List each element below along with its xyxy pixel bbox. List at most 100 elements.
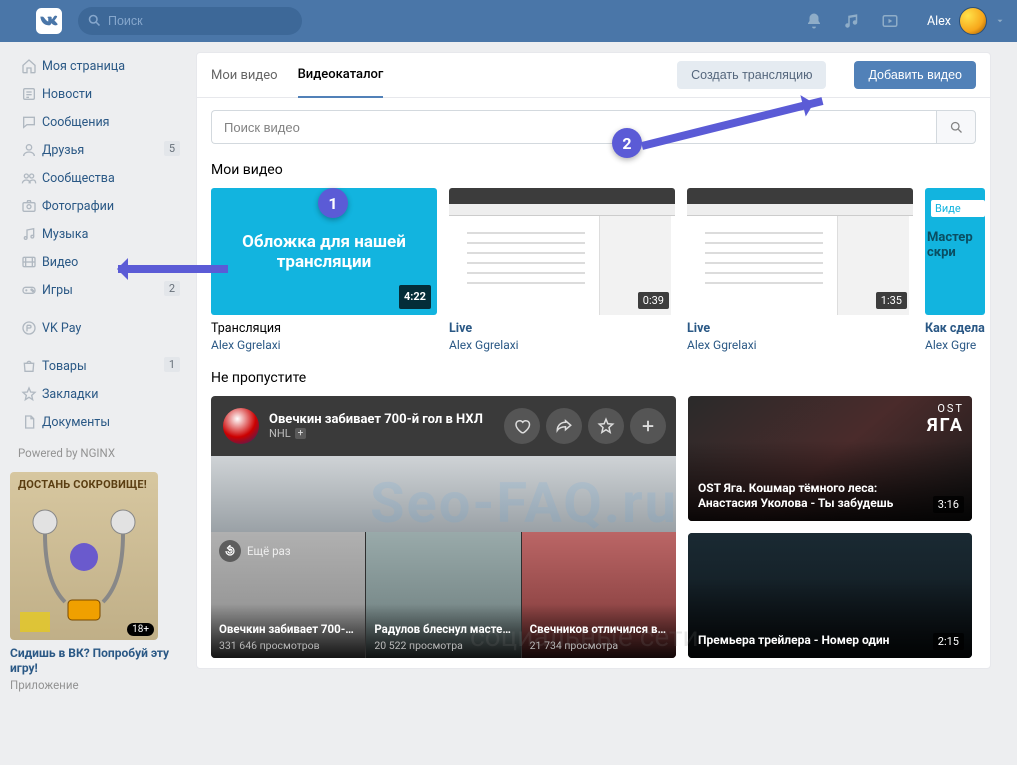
doc-icon	[16, 414, 42, 430]
badge: 1	[164, 357, 180, 372]
subscribe-plus-icon[interactable]: +	[295, 428, 307, 439]
sidebar-item-messages[interactable]: Сообщения	[10, 108, 182, 136]
sidebar-item-photos[interactable]: Фотографии	[10, 192, 182, 220]
tab-catalog[interactable]: Видеокаталог	[298, 53, 384, 98]
video-author: Alex Ggrelaxi	[449, 338, 675, 352]
video-thumb: 0:39	[449, 188, 675, 315]
channel-avatar	[223, 408, 259, 444]
pay-icon	[16, 320, 42, 336]
video-duration: 2:15	[933, 633, 964, 650]
featured-sub: NHL+	[269, 427, 483, 440]
vk-logo[interactable]	[36, 7, 64, 35]
video-player-icon[interactable]	[871, 12, 909, 30]
sidebar-item-video[interactable]: Видео	[10, 248, 182, 276]
sub-views: 21 734 просмотра	[530, 639, 618, 652]
notifications-icon[interactable]	[795, 12, 833, 30]
note-icon	[16, 226, 42, 242]
cover-text: Мастер скри	[927, 230, 985, 260]
sidebar-label: Музыка	[42, 227, 88, 242]
video-search-input[interactable]	[211, 110, 936, 144]
sidebar-label: Закладки	[42, 387, 99, 402]
video-author: Alex Ggre	[925, 338, 985, 352]
badge: 5	[164, 141, 180, 156]
video-thumb: So Виде Мастер скри	[925, 188, 985, 315]
video-search-row	[197, 98, 990, 144]
home-icon	[16, 58, 42, 74]
sidebar-label: Игры	[42, 283, 73, 298]
avatar	[959, 7, 987, 35]
sidebar-label: Товары	[42, 359, 87, 374]
side-video-card[interactable]: Премьера трейлера - Номер один 2:15	[688, 533, 972, 658]
side-video-card[interactable]: OSTЯГА OST Яга. Кошмар тёмного леса: Ана…	[688, 396, 972, 521]
video-search-button[interactable]	[936, 110, 976, 144]
sidebar-item-news[interactable]: Новости	[10, 80, 182, 108]
video-duration: 0:39	[638, 292, 669, 309]
chevron-down-icon	[995, 16, 1005, 26]
right-column: OSTЯГА OST Яга. Кошмар тёмного леса: Ана…	[688, 396, 972, 658]
featured-title: Овечкин забивает 700-й гол в НХЛ	[269, 412, 483, 427]
tab-my-videos[interactable]: Мои видео	[211, 53, 278, 98]
sidebar-item-docs[interactable]: Документы	[10, 408, 182, 436]
friends-icon	[16, 142, 42, 158]
video-card[interactable]: Обложка для нашей трансляции 4:22 Трансл…	[211, 188, 437, 352]
sidebar-item-profile[interactable]: Моя страница	[10, 52, 182, 80]
section-title-my-videos: Мои видео	[197, 144, 990, 188]
sidebar-label: Фотографии	[42, 199, 114, 214]
ad-block[interactable]: ДОСТАНЬ СОКРОВИЩЕ! 18+ Сидишь в ВК? Попр…	[10, 472, 182, 692]
replay-icon	[219, 540, 241, 562]
sidebar-item-market[interactable]: Товары 1	[10, 352, 182, 380]
replay-button[interactable]: Ещё раз	[219, 540, 291, 562]
add-icon[interactable]	[630, 408, 666, 444]
powered-by: Powered by NGINX	[18, 446, 182, 460]
featured-sub-item[interactable]: Свечников отличился в ОТ 21 734 просмотр…	[522, 532, 676, 658]
like-icon[interactable]	[504, 408, 540, 444]
sub-title: Радулов блеснул мастерс…	[374, 622, 512, 636]
bookmark-icon[interactable]	[588, 408, 624, 444]
sidebar-item-bookmarks[interactable]: Закладки	[10, 380, 182, 408]
news-icon	[16, 86, 42, 102]
video-author: Alex Ggrelaxi	[687, 338, 913, 352]
video-thumb: 1:35	[687, 188, 913, 315]
camera-icon	[16, 198, 42, 214]
video-card[interactable]: 0:39 Live Alex Ggrelaxi	[449, 188, 675, 352]
featured-sub-item[interactable]: Ещё раз Овечкин забивает 700-й г… 331 64…	[211, 532, 366, 658]
featured-sub-item[interactable]: Радулов блеснул мастерс… 20 522 просмотр…	[366, 532, 521, 658]
video-card[interactable]: So Виде Мастер скри Как сдела Alex Ggre	[925, 188, 985, 352]
message-icon	[16, 114, 42, 130]
gamepad-icon	[16, 282, 42, 298]
sidebar-item-games[interactable]: Игры 2	[10, 276, 182, 304]
video-duration: 3:16	[933, 496, 964, 513]
badge: 2	[164, 281, 180, 296]
age-badge: 18+	[127, 623, 154, 636]
featured-card[interactable]: Овечкин забивает 700-й гол в НХЛ NHL+ Ещ…	[211, 396, 676, 658]
sub-views: 331 646 просмотров	[219, 639, 320, 652]
ad-image: ДОСТАНЬ СОКРОВИЩЕ! 18+	[10, 472, 158, 640]
sidebar-item-groups[interactable]: Сообщества	[10, 164, 182, 192]
sub-title: Свечников отличился в ОТ	[530, 622, 668, 636]
user-menu[interactable]: Alex	[927, 7, 1005, 35]
my-videos-row: Обложка для нашей трансляции 4:22 Трансл…	[197, 188, 990, 352]
sub-views: 20 522 просмотра	[374, 639, 462, 652]
bag-icon	[16, 358, 42, 374]
add-video-button[interactable]: Добавить видео	[854, 61, 976, 89]
video-card[interactable]: 1:35 Live Alex Ggrelaxi	[687, 188, 913, 352]
ad-subtitle: Приложение	[10, 678, 182, 692]
video-title: Премьера трейлера - Номер один	[698, 633, 928, 648]
cover-text: Обложка для нашей трансляции	[211, 232, 437, 272]
sidebar-label: Сообщения	[42, 115, 110, 130]
main-panel: Мои видео Видеокаталог Создать трансляци…	[196, 52, 991, 669]
featured-row: Овечкин забивает 700-й гол в НХЛ NHL+ Ещ…	[197, 396, 990, 658]
create-stream-button[interactable]: Создать трансляцию	[677, 61, 826, 89]
search-icon	[87, 13, 102, 28]
music-icon[interactable]	[833, 12, 871, 30]
tabs-toolbar: Мои видео Видеокаталог Создать трансляци…	[197, 53, 990, 98]
sub-title: Овечкин забивает 700-й г…	[219, 622, 357, 636]
share-icon[interactable]	[546, 408, 582, 444]
sidebar-item-friends[interactable]: Друзья5	[10, 136, 182, 164]
video-title: OST Яга. Кошмар тёмного леса: Анастасия …	[698, 481, 928, 511]
sidebar-label: Новости	[42, 87, 92, 102]
sidebar-item-music[interactable]: Музыка	[10, 220, 182, 248]
sidebar-item-vkpay[interactable]: VK Pay	[10, 314, 182, 342]
video-title: Live	[687, 321, 913, 336]
global-search-input[interactable]	[78, 7, 302, 35]
